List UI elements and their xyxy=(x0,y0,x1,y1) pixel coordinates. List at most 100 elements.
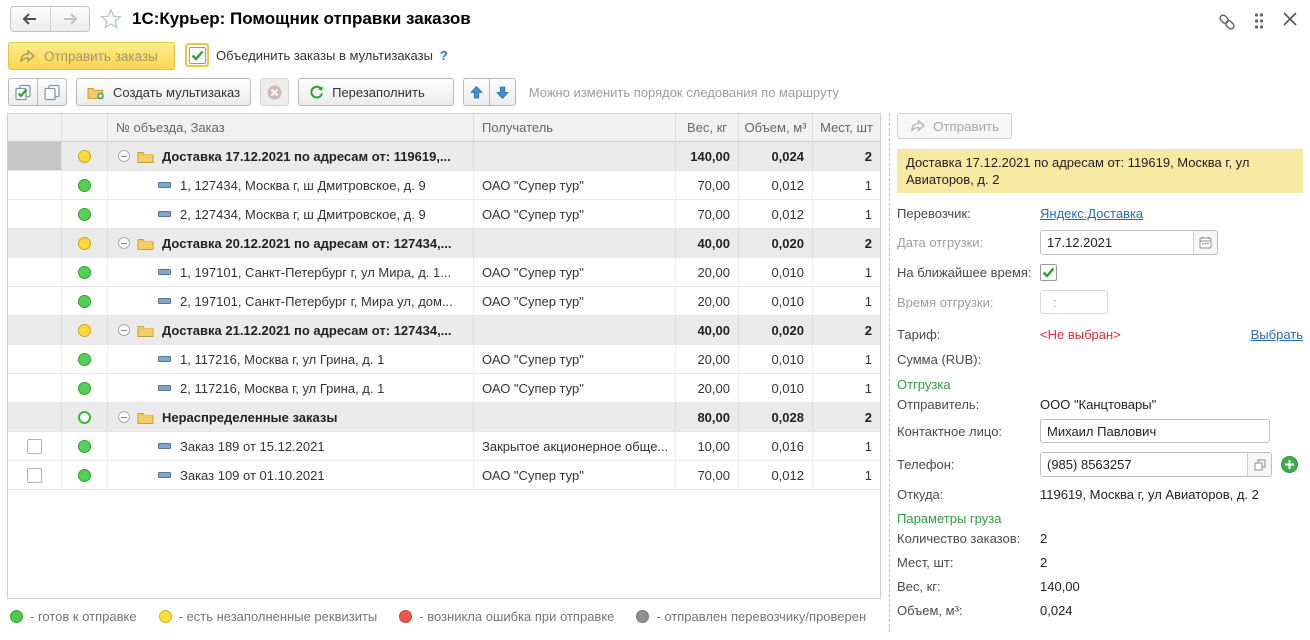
open-phone-button[interactable] xyxy=(1247,453,1271,476)
collapse-icon[interactable] xyxy=(118,324,130,336)
merge-checkbox[interactable] xyxy=(185,43,209,67)
table-row[interactable]: Нераспределенные заказы 80,00 0,028 2 xyxy=(8,403,880,432)
collapse-icon[interactable] xyxy=(118,411,130,423)
back-button[interactable] xyxy=(11,7,50,31)
check-all-icon xyxy=(14,84,32,101)
favorite-star-icon[interactable] xyxy=(100,8,122,33)
contact-input[interactable] xyxy=(1040,419,1270,443)
order-cell[interactable]: 1, 127434, Москва г, ш Дмитровское, д. 9 xyxy=(108,171,474,199)
header-places[interactable]: Мест, шт xyxy=(813,114,880,141)
legend-sent: - отправлен перевозчику/проверен xyxy=(636,609,866,624)
status-dot xyxy=(78,266,91,279)
order-cell[interactable]: Доставка 17.12.2021 по адресам от: 11961… xyxy=(108,142,474,170)
table-row[interactable]: Доставка 20.12.2021 по адресам от: 12743… xyxy=(8,229,880,258)
table-row[interactable]: 1, 117216, Москва г, ул Грина, д. 1 ОАО … xyxy=(8,345,880,374)
collapse-icon[interactable] xyxy=(118,237,130,249)
row-status-cell xyxy=(62,200,108,228)
places-label: Мест, шт: xyxy=(897,555,1040,570)
row-checkbox[interactable] xyxy=(27,468,42,483)
panel-splitter[interactable] xyxy=(889,113,890,632)
table-row[interactable]: 2, 117216, Москва г, ул Грина, д. 1 ОАО … xyxy=(8,374,880,403)
forward-button[interactable] xyxy=(50,7,90,31)
carrier-link[interactable]: Яндекс.Доставка xyxy=(1040,206,1143,221)
arrow-left-icon xyxy=(22,13,38,25)
row-select-cell[interactable] xyxy=(8,229,62,257)
tariff-select-link[interactable]: Выбрать xyxy=(1251,327,1303,342)
row-status-cell xyxy=(62,403,108,431)
order-cell[interactable]: Доставка 20.12.2021 по адресам от: 12743… xyxy=(108,229,474,257)
send-button[interactable]: Отправить xyxy=(897,113,1012,139)
table-row[interactable]: 2, 197101, Санкт-Петербург г, Мира ул, д… xyxy=(8,287,880,316)
header-volume[interactable]: Объем, м³ xyxy=(739,114,813,141)
ship-date-input[interactable] xyxy=(1041,231,1193,254)
header-weight[interactable]: Вес, кг xyxy=(676,114,739,141)
row-select-cell[interactable] xyxy=(8,287,62,315)
contact-label: Контактное лицо: xyxy=(897,424,1040,439)
uncheck-all-button[interactable] xyxy=(37,78,67,106)
asap-label: На ближайшее время: xyxy=(897,265,1040,280)
status-dot xyxy=(78,179,91,192)
status-dot xyxy=(78,353,91,366)
table-row[interactable]: 2, 127434, Москва г, ш Дмитровское, д. 9… xyxy=(8,200,880,229)
order-cell[interactable]: 2, 197101, Санкт-Петербург г, Мира ул, д… xyxy=(108,287,474,315)
carrier-row: Перевозчик: Яндекс.Доставка xyxy=(897,206,1303,221)
order-cell[interactable]: Заказ 109 от 01.10.2021 xyxy=(108,461,474,489)
row-select-cell[interactable] xyxy=(8,345,62,373)
legend-sent-label: - отправлен перевозчику/проверен xyxy=(656,609,866,624)
shipment-panel: Отправить Доставка 17.12.2021 по адресам… xyxy=(897,113,1303,618)
row-select-cell[interactable] xyxy=(8,171,62,199)
table-row[interactable]: Заказ 189 от 15.12.2021 Закрытое акционе… xyxy=(8,432,880,461)
volume-cell: 0,028 xyxy=(739,403,813,431)
refill-label: Перезаполнить xyxy=(332,85,425,100)
recipient-cell xyxy=(474,316,676,344)
order-cell[interactable]: 1, 197101, Санкт-Петербург г, ул Мира, д… xyxy=(108,258,474,286)
table-row[interactable]: Заказ 109 от 01.10.2021 ОАО "Супер тур" … xyxy=(8,461,880,490)
order-cell[interactable]: Нераспределенные заказы xyxy=(108,403,474,431)
table-row[interactable]: 1, 127434, Москва г, ш Дмитровское, д. 9… xyxy=(8,171,880,200)
table-row[interactable]: 1, 197101, Санкт-Петербург г, ул Мира, д… xyxy=(8,258,880,287)
more-menu-icon[interactable] xyxy=(1252,11,1266,34)
order-cell[interactable]: 2, 117216, Москва г, ул Грина, д. 1 xyxy=(108,374,474,402)
legend-incomplete: - есть незаполненные реквизиты xyxy=(159,609,378,624)
move-up-button[interactable] xyxy=(463,78,490,106)
table-row[interactable]: Доставка 21.12.2021 по адресам от: 12743… xyxy=(8,316,880,345)
header-order[interactable]: № объезда, Заказ xyxy=(108,114,474,141)
order-count-value: 2 xyxy=(1040,531,1047,546)
order-cell[interactable]: 1, 117216, Москва г, ул Грина, д. 1 xyxy=(108,345,474,373)
row-select-cell[interactable] xyxy=(8,316,62,344)
create-multiorder-button[interactable]: Создать мультизаказ xyxy=(76,78,251,106)
phone-input[interactable] xyxy=(1041,453,1247,476)
row-select-cell[interactable] xyxy=(8,374,62,402)
row-select-cell[interactable] xyxy=(8,200,62,228)
weight-cell: 20,00 xyxy=(676,345,739,373)
calendar-button[interactable] xyxy=(1193,231,1217,254)
row-select-cell[interactable] xyxy=(8,461,62,489)
row-select-cell[interactable] xyxy=(8,432,62,460)
order-cell[interactable]: Доставка 21.12.2021 по адресам от: 12743… xyxy=(108,316,474,344)
yellow-dot-icon xyxy=(159,610,172,623)
row-select-cell[interactable] xyxy=(8,142,62,170)
add-phone-button[interactable] xyxy=(1281,456,1298,473)
asap-checkbox[interactable] xyxy=(1040,264,1057,281)
copy-link-icon[interactable] xyxy=(1216,11,1238,36)
order-cell[interactable]: 2, 127434, Москва г, ш Дмитровское, д. 9 xyxy=(108,200,474,228)
order-title: Доставка 21.12.2021 по адресам от: 12743… xyxy=(162,323,452,338)
row-select-cell[interactable] xyxy=(8,403,62,431)
row-checkbox[interactable] xyxy=(27,439,42,454)
ship-time-input[interactable] xyxy=(1040,290,1108,314)
table-row[interactable]: Доставка 17.12.2021 по адресам от: 11961… xyxy=(8,142,880,171)
check-all-button[interactable] xyxy=(8,78,38,106)
row-select-cell[interactable] xyxy=(8,258,62,286)
close-icon[interactable] xyxy=(1282,11,1298,30)
move-down-button[interactable] xyxy=(489,78,516,106)
volume-cell: 0,010 xyxy=(739,258,813,286)
refill-button[interactable]: Перезаполнить xyxy=(298,78,454,106)
delivery-info-box: Доставка 17.12.2021 по адресам от: 11961… xyxy=(897,149,1303,193)
collapse-icon[interactable] xyxy=(118,150,130,162)
header-recipient[interactable]: Получатель xyxy=(474,114,676,141)
merge-checkbox-label: Объединить заказы в мультизаказы xyxy=(216,48,433,63)
help-button[interactable]: ? xyxy=(440,48,448,63)
order-cell[interactable]: Заказ 189 от 15.12.2021 xyxy=(108,432,474,460)
send-orders-button[interactable]: Отправить заказы xyxy=(8,42,175,70)
asap-row: На ближайшее время: xyxy=(897,264,1303,281)
